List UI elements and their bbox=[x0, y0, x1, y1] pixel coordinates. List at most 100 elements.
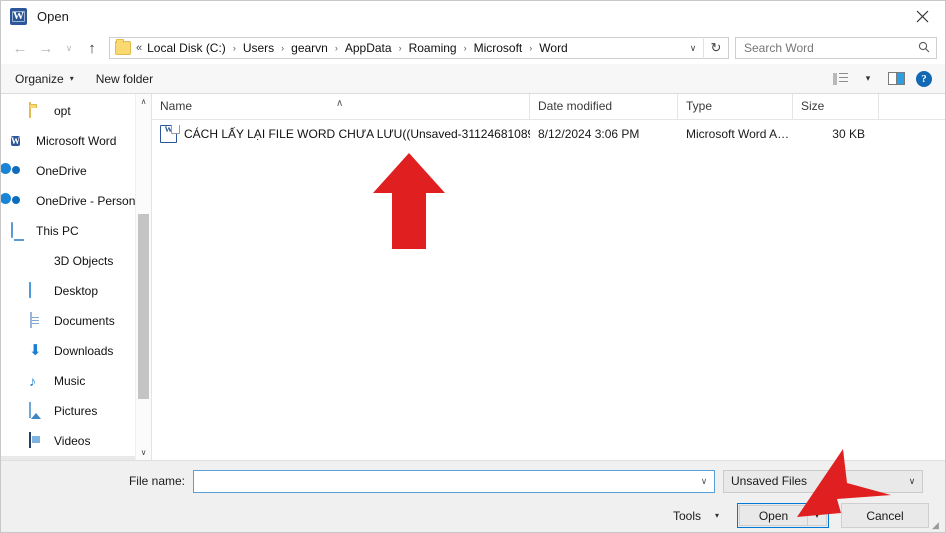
chevron-down-icon[interactable]: ∨ bbox=[694, 476, 714, 487]
sidebar-item-this-pc[interactable]: This PC bbox=[1, 216, 151, 246]
help-glyph: ? bbox=[916, 70, 932, 87]
column-header-name-label: Name bbox=[160, 99, 193, 113]
file-name-row: File name: ∨ Unsaved Files ∨ bbox=[1, 469, 945, 493]
word-app-icon: W bbox=[10, 8, 27, 25]
new-folder-label: New folder bbox=[95, 71, 154, 86]
folder-icon bbox=[115, 39, 131, 55]
folder-icon bbox=[29, 101, 46, 120]
sidebar-item-label: OneDrive bbox=[36, 164, 87, 178]
column-header-size[interactable]: Size bbox=[793, 94, 879, 119]
column-header-type[interactable]: Type bbox=[678, 94, 793, 119]
downloads-icon: ⬇ bbox=[29, 341, 42, 359]
scroll-down-icon[interactable]: ∨ bbox=[136, 445, 151, 460]
open-button[interactable]: Open bbox=[739, 505, 807, 526]
sidebar-item-music[interactable]: ♪ Music bbox=[1, 366, 151, 396]
organize-button[interactable]: Organize ▾ bbox=[15, 72, 74, 86]
scroll-up-icon[interactable]: ∧ bbox=[136, 94, 151, 109]
breadcrumb-overflow[interactable]: « bbox=[135, 42, 145, 54]
breadcrumb-item-6[interactable]: Word bbox=[537, 41, 569, 55]
word-document-icon bbox=[160, 125, 180, 143]
breadcrumb-separator: › bbox=[398, 43, 402, 53]
title-bar: W Open bbox=[1, 1, 945, 32]
sidebar-item-pictures[interactable]: Pictures bbox=[1, 396, 151, 426]
view-list-icon[interactable] bbox=[827, 68, 853, 90]
preview-pane-icon[interactable] bbox=[883, 68, 909, 90]
column-header-filler bbox=[879, 94, 945, 119]
dialog-title: Open bbox=[37, 9, 69, 24]
breadcrumb-separator: › bbox=[529, 43, 533, 53]
this-pc-icon bbox=[11, 221, 28, 240]
sidebar-item-label: Microsoft Word bbox=[36, 134, 117, 148]
file-type-select[interactable]: Unsaved Files ∨ bbox=[723, 469, 923, 493]
column-header-name[interactable]: Name ∧ bbox=[152, 94, 530, 119]
sidebar-item-desktop[interactable]: Desktop bbox=[1, 276, 151, 306]
sidebar-item-label: Pictures bbox=[54, 404, 98, 418]
address-bar: ← → ∨ ↑ « Local Disk (C:) › Users › gear… bbox=[1, 32, 945, 64]
sidebar-item-downloads[interactable]: ⬇ Downloads bbox=[1, 336, 151, 366]
chevron-down-icon: ▾ bbox=[69, 74, 74, 83]
column-headers: Name ∧ Date modified Type Size bbox=[152, 94, 945, 120]
dialog-body: opt W Microsoft Word OneDrive OneDrive -… bbox=[1, 94, 945, 460]
file-date-cell: 8/12/2024 3:06 PM bbox=[538, 127, 640, 141]
music-icon: ♪ bbox=[29, 372, 36, 389]
open-dropdown-icon[interactable]: ▾ bbox=[807, 505, 827, 526]
breadcrumb-separator: › bbox=[334, 43, 338, 53]
refresh-icon[interactable]: ↻ bbox=[703, 37, 728, 59]
documents-icon bbox=[29, 311, 46, 330]
sidebar-item-label: opt bbox=[54, 104, 71, 118]
sidebar-item-onedrive[interactable]: OneDrive bbox=[1, 156, 151, 186]
file-name-input[interactable]: ∨ bbox=[193, 469, 715, 493]
open-split-button[interactable]: Open ▾ bbox=[737, 503, 829, 528]
dialog-footer: File name: ∨ Unsaved Files ∨ Tools ▾ Ope… bbox=[1, 460, 945, 532]
chevron-down-icon[interactable]: ∨ bbox=[683, 43, 703, 54]
sidebar-item-microsoft-word[interactable]: W Microsoft Word bbox=[1, 126, 151, 156]
videos-icon bbox=[29, 431, 46, 450]
new-folder-button[interactable]: New folder bbox=[96, 72, 153, 86]
table-row[interactable]: CÁCH LẤY LẠI FILE WORD CHƯA LƯU((Unsaved… bbox=[152, 120, 945, 148]
scrollbar-thumb[interactable] bbox=[138, 214, 149, 399]
file-type-cell: Microsoft Word A… bbox=[686, 127, 790, 141]
sidebar-item-label: OneDrive - Person bbox=[36, 194, 136, 208]
navigation-tree: opt W Microsoft Word OneDrive OneDrive -… bbox=[1, 94, 151, 460]
view-options-caret[interactable]: ▾ bbox=[855, 68, 881, 90]
sidebar-scrollbar[interactable]: ∧ ∨ bbox=[135, 94, 151, 460]
file-name-cell[interactable]: CÁCH LẤY LẠI FILE WORD CHƯA LƯU((Unsaved… bbox=[152, 125, 530, 143]
pictures-icon bbox=[29, 401, 46, 420]
tools-button[interactable]: Tools ▾ bbox=[673, 509, 719, 523]
search-input[interactable]: Search Word bbox=[735, 37, 937, 59]
recent-locations-button[interactable]: ∨ bbox=[59, 36, 79, 60]
sidebar-item-videos[interactable]: Videos bbox=[1, 426, 151, 456]
sidebar-item-opt[interactable]: opt bbox=[1, 96, 151, 126]
resize-grip-icon[interactable]: ◢ bbox=[932, 520, 942, 530]
breadcrumb-item-5[interactable]: Microsoft bbox=[472, 41, 525, 55]
column-header-date-modified[interactable]: Date modified bbox=[530, 94, 678, 119]
chevron-down-icon: ▾ bbox=[865, 73, 871, 83]
sidebar-item-label: This PC bbox=[36, 224, 79, 238]
forward-button[interactable]: → bbox=[33, 36, 59, 60]
breadcrumb-item-1[interactable]: Users bbox=[241, 41, 276, 55]
help-icon[interactable]: ? bbox=[911, 68, 937, 90]
breadcrumb-item-3[interactable]: AppData bbox=[343, 41, 394, 55]
breadcrumb[interactable]: « Local Disk (C:) › Users › gearvn › App… bbox=[109, 37, 729, 59]
breadcrumb-separator: › bbox=[281, 43, 285, 53]
close-icon[interactable] bbox=[899, 1, 945, 32]
file-size-cell: 30 KB bbox=[832, 127, 865, 141]
up-button[interactable]: ↑ bbox=[79, 36, 105, 60]
file-type-value: Unsaved Files bbox=[731, 474, 808, 488]
chevron-down-icon[interactable]: ∨ bbox=[902, 476, 922, 487]
organize-label: Organize bbox=[15, 71, 64, 86]
sidebar-item-onedrive-personal[interactable]: OneDrive - Person bbox=[1, 186, 151, 216]
breadcrumb-separator: › bbox=[463, 43, 467, 53]
breadcrumb-item-2[interactable]: gearvn bbox=[289, 41, 330, 55]
sidebar-item-documents[interactable]: Documents bbox=[1, 306, 151, 336]
sidebar-item-label: Music bbox=[54, 374, 86, 388]
cancel-button[interactable]: Cancel bbox=[841, 503, 929, 528]
search-placeholder: Search Word bbox=[744, 41, 814, 55]
breadcrumb-item-0[interactable]: Local Disk (C:) bbox=[145, 41, 228, 55]
back-button[interactable]: ← bbox=[7, 36, 33, 60]
3d-objects-icon bbox=[29, 253, 46, 270]
sidebar-item-3d-objects[interactable]: 3D Objects bbox=[1, 246, 151, 276]
breadcrumb-item-4[interactable]: Roaming bbox=[407, 41, 459, 55]
view-list-glyph bbox=[832, 72, 848, 85]
file-name-label: CÁCH LẤY LẠI FILE WORD CHƯA LƯU((Unsaved… bbox=[184, 127, 530, 141]
